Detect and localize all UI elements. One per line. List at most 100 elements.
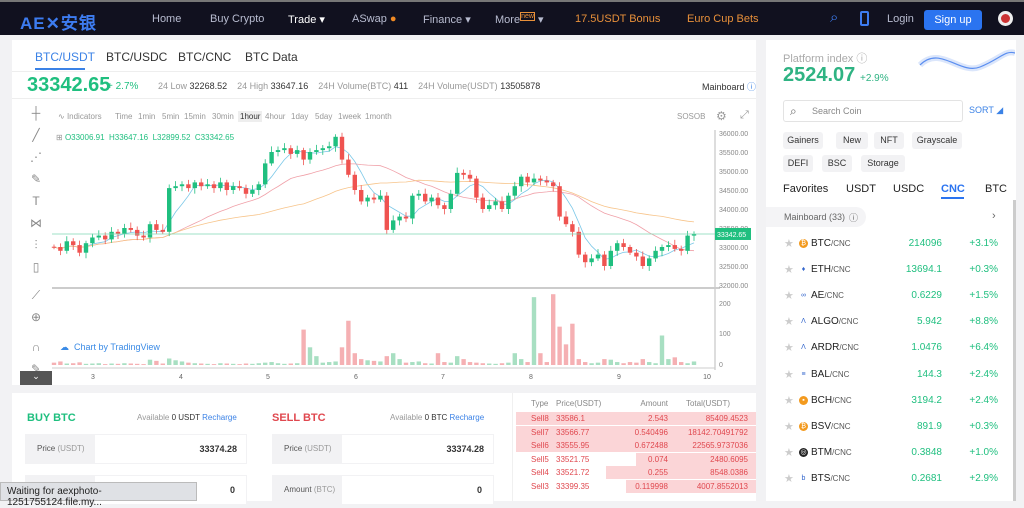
star-icon[interactable]: ★ (784, 237, 794, 250)
orderbook-cell[interactable]: 0.672488 (635, 441, 668, 450)
candle-body (429, 197, 434, 202)
orderbook-cell[interactable]: 8548.0386 (710, 468, 748, 477)
base-symbol: BTS (811, 472, 831, 484)
star-icon[interactable]: ★ (784, 446, 794, 459)
orderbook-cell[interactable]: Sell8 (531, 414, 549, 423)
search-icon[interactable]: ⌕ (830, 9, 838, 26)
search-icon: ⌕ (790, 104, 797, 118)
market-change: +2.4% (969, 368, 998, 380)
signup-button[interactable]: Sign up (924, 10, 982, 30)
quote-symbol: /CNC (839, 343, 859, 353)
volume-bar (595, 362, 601, 365)
orderbook-cell[interactable]: 0.540496 (635, 428, 668, 437)
filter-chip-storage[interactable]: Storage (861, 155, 905, 172)
search-coin-input[interactable]: ⌕ Search Coin (783, 100, 963, 122)
y-tick-label: 35000.00 (719, 169, 748, 176)
price-chart[interactable]: 36000.00 35500.00 35000.00 34500.00 34000.00… (0, 0, 764, 390)
orderbook-cell[interactable]: 0.255 (648, 468, 668, 477)
star-icon[interactable]: ★ (784, 420, 794, 433)
volume-bar (205, 363, 210, 365)
market-tab-favorites[interactable]: Favorites (783, 183, 828, 195)
scrollbar[interactable] (1013, 200, 1016, 501)
orderbook-cell[interactable]: Sell3 (531, 482, 549, 491)
orderbook-cell[interactable]: 33399.35 (556, 482, 589, 491)
mobile-icon[interactable] (860, 11, 869, 26)
star-icon[interactable]: ★ (784, 289, 794, 302)
star-icon[interactable]: ★ (784, 368, 794, 381)
sell-price-field[interactable]: Price (USDT) 33374.28 (272, 434, 494, 464)
star-icon[interactable]: ★ (784, 263, 794, 276)
orderbook-cell[interactable]: 0.074 (648, 455, 668, 464)
login-link[interactable]: Login (887, 13, 914, 25)
tradingview-badge[interactable]: ☁ Chart by TradingView (60, 342, 160, 353)
market-row[interactable]: ★ ≡ BAL/CNC 144.3 +2.4% (766, 362, 1012, 388)
market-row[interactable]: ★ ₿ BTC/CNC 214096 +3.1% (766, 231, 1012, 257)
star-icon[interactable]: ★ (784, 315, 794, 328)
candle-body (314, 150, 319, 152)
market-tab-usdt[interactable]: USDT (846, 183, 876, 195)
candle-body (352, 174, 357, 190)
cloud-icon: ☁ (60, 342, 69, 352)
volume-bar (602, 359, 607, 365)
candle-body (263, 163, 268, 185)
filter-chip-gainers[interactable]: Gainers (783, 132, 823, 149)
filter-chip-defi[interactable]: DEFI (783, 155, 813, 172)
filter-chip-nft[interactable]: NFT (874, 132, 904, 149)
recharge-link[interactable]: Recharge (449, 413, 484, 422)
candle-body (160, 229, 165, 232)
volume-bar (122, 363, 127, 365)
orderbook-cell[interactable]: 18142.70491792 (688, 428, 748, 437)
market-row[interactable]: ★ ∞ AE/CNC 0.6229 +1.5% (766, 283, 1012, 309)
base-symbol: AE (811, 290, 825, 302)
orderbook-cell[interactable]: 33566.77 (556, 428, 589, 437)
buy-price-field[interactable]: Price (USDT) 33374.28 (25, 434, 247, 464)
market-row[interactable]: ★ ◎ BTM/CNC 0.3848 +1.0% (766, 440, 1012, 466)
filter-chip-new[interactable]: New (836, 132, 868, 149)
candle-body (115, 231, 121, 234)
orderbook-cell[interactable]: 33555.95 (556, 441, 589, 450)
orderbook-cell[interactable]: Sell7 (531, 428, 549, 437)
volume-bar (359, 359, 364, 365)
chevron-right-icon[interactable]: › (992, 210, 996, 222)
orderbook-cell[interactable]: 85409.4523 (706, 414, 748, 423)
orderbook-cell[interactable]: Sell4 (531, 468, 549, 477)
candle-body (83, 243, 89, 253)
market-row[interactable]: ★ Λ ALGO/CNC 5.942 +8.8% (766, 309, 1012, 335)
market-row[interactable]: ★ ₿ BSV/CNC 891.9 +0.3% (766, 414, 1012, 440)
market-row[interactable]: ★ ▪ BCH/CNC 3194.2 +2.4% (766, 388, 1012, 414)
volume-bar (256, 363, 261, 365)
orderbook-cell[interactable]: 2.543 (648, 414, 668, 423)
filter-chip-grayscale[interactable]: Grayscale (912, 132, 962, 149)
orderbook-cell[interactable]: Sell6 (531, 441, 549, 450)
sort-button[interactable]: SORT ◢ (969, 105, 1003, 116)
orderbook-cell[interactable]: 2480.6095 (710, 455, 748, 464)
recharge-link[interactable]: Recharge (202, 413, 237, 422)
base-symbol: ETH (811, 264, 831, 276)
buy-available: Available 0 USDT Recharge (137, 413, 237, 422)
star-icon[interactable]: ★ (784, 472, 794, 485)
orderbook-cell[interactable]: 4007.8552013 (697, 482, 748, 491)
star-icon[interactable]: ★ (784, 341, 794, 354)
market-row[interactable]: ★ Λ ARDR/CNC 1.0476 +6.4% (766, 335, 1012, 361)
orderbook-cell[interactable]: 22565.9737036 (692, 441, 748, 450)
orderbook-cell[interactable]: 33586.1 (556, 414, 585, 423)
bts-coin-icon: b (799, 473, 808, 483)
market-tab-cnc[interactable]: CNC (941, 183, 965, 195)
bal-coin-icon: ≡ (799, 369, 808, 379)
orderbook-cell[interactable]: Sell5 (531, 455, 549, 464)
orderbook-cell[interactable]: 33521.72 (556, 468, 589, 477)
market-row[interactable]: ★ b BTS/CNC 0.2681 +2.9% (766, 466, 1012, 492)
star-icon[interactable]: ★ (784, 394, 794, 407)
market-tab-btc[interactable]: BTC (985, 183, 1007, 195)
filter-chip-bsc[interactable]: BSC (822, 155, 852, 172)
market-row[interactable]: ★ ♦ ETH/CNC 13694.1 +0.3% (766, 257, 1012, 283)
market-price: 0.3848 (911, 446, 942, 458)
uk-flag-icon[interactable] (998, 11, 1013, 26)
market-tab-usdc[interactable]: USDC (893, 183, 924, 195)
orderbook-cell[interactable]: 0.119998 (635, 482, 668, 491)
mainboard-section[interactable]: Mainboard (33) ⓘ (766, 207, 866, 227)
volume-bar (103, 364, 108, 365)
candle-body (621, 243, 626, 247)
market-tab-underline (941, 197, 964, 199)
orderbook-cell[interactable]: 33521.75 (556, 455, 589, 464)
